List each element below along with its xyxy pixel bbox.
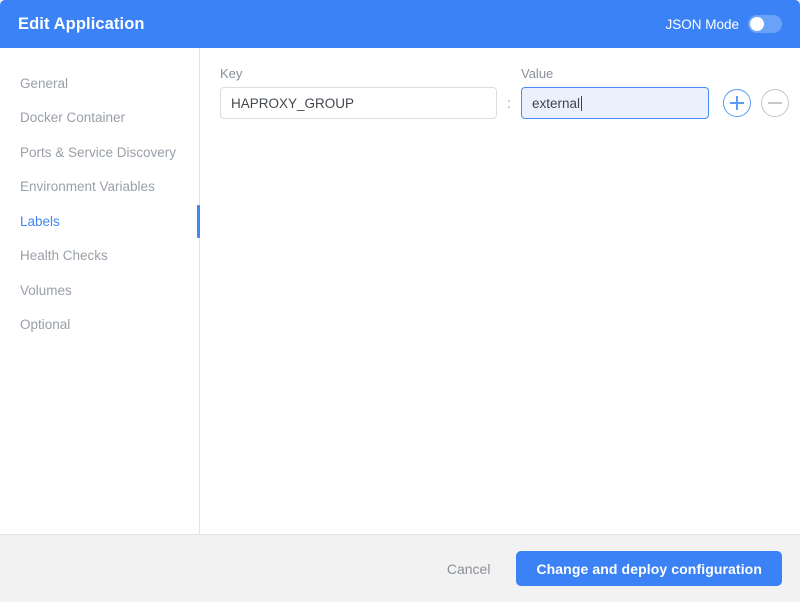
sidebar-item-volumes[interactable]: Volumes xyxy=(0,273,199,308)
label-pair-row: HAPROXY_GROUP : external xyxy=(220,87,789,119)
value-column-label: Value xyxy=(521,66,709,81)
value-input[interactable]: external xyxy=(521,87,709,119)
edit-application-dialog: Edit Application JSON Mode General Docke… xyxy=(0,0,800,602)
sidebar-item-environment-variables[interactable]: Environment Variables xyxy=(0,170,199,205)
sidebar-item-ports-service-discovery[interactable]: Ports & Service Discovery xyxy=(0,135,199,170)
sidebar-item-docker-container[interactable]: Docker Container xyxy=(0,101,199,136)
sidebar-item-label: Ports & Service Discovery xyxy=(20,145,176,160)
key-column-label: Key xyxy=(220,66,497,81)
dialog-body: General Docker Container Ports & Service… xyxy=(0,48,800,534)
sidebar-item-label: General xyxy=(20,76,68,91)
key-value-separator: : xyxy=(497,95,521,111)
sidebar-item-label: Volumes xyxy=(20,283,72,298)
sidebar-item-general[interactable]: General xyxy=(0,66,199,101)
sidebar-item-label: Environment Variables xyxy=(20,179,155,194)
toggle-knob-icon xyxy=(750,17,764,31)
dialog-header: Edit Application JSON Mode xyxy=(0,0,800,48)
plus-circle-icon[interactable] xyxy=(723,89,751,117)
sidebar-item-optional[interactable]: Optional xyxy=(0,308,199,343)
json-mode-toggle[interactable] xyxy=(748,15,782,33)
key-input[interactable]: HAPROXY_GROUP xyxy=(220,87,497,119)
sidebar-item-labels[interactable]: Labels xyxy=(0,204,199,239)
page-title: Edit Application xyxy=(18,15,145,34)
sidebar-item-label: Docker Container xyxy=(20,110,125,125)
minus-circle-icon[interactable] xyxy=(761,89,789,117)
text-caret-icon xyxy=(581,96,582,111)
header-actions: JSON Mode xyxy=(665,15,782,33)
field-label-row: Key Value xyxy=(220,66,789,81)
dialog-footer: Cancel Change and deploy configuration xyxy=(0,534,800,602)
sidebar-item-label: Health Checks xyxy=(20,248,108,263)
value-input-text: external xyxy=(532,96,580,111)
active-indicator xyxy=(197,205,200,238)
json-mode-label: JSON Mode xyxy=(665,17,739,32)
cancel-button[interactable]: Cancel xyxy=(443,555,495,583)
sidebar-item-health-checks[interactable]: Health Checks xyxy=(0,239,199,274)
sidebar-item-label: Optional xyxy=(20,317,70,332)
sidebar-item-label: Labels xyxy=(20,214,60,229)
sidebar-nav: General Docker Container Ports & Service… xyxy=(0,48,200,534)
change-and-deploy-button[interactable]: Change and deploy configuration xyxy=(516,551,782,586)
labels-panel: Key Value HAPROXY_GROUP : external xyxy=(200,48,800,534)
